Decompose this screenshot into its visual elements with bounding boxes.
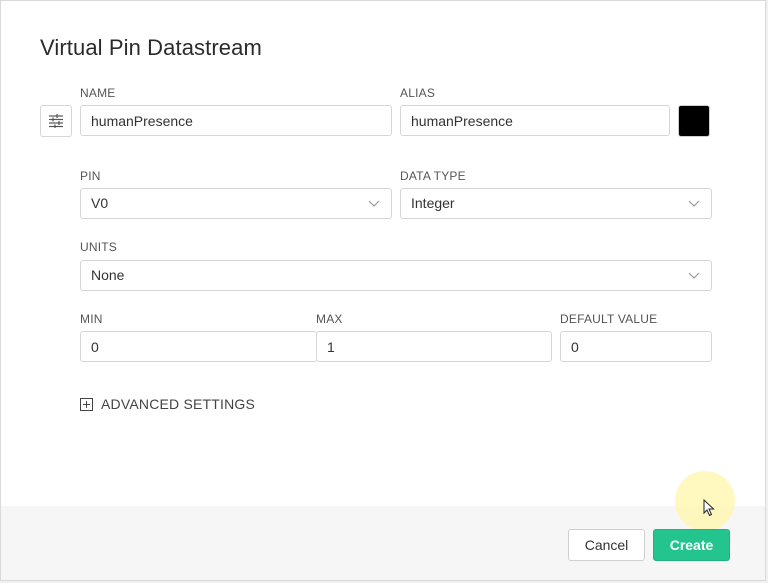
chevron-down-icon bbox=[688, 272, 700, 279]
color-picker[interactable] bbox=[678, 105, 710, 137]
chevron-down-icon bbox=[688, 200, 700, 207]
min-input[interactable] bbox=[80, 331, 317, 362]
units-select[interactable]: None bbox=[80, 260, 712, 291]
alias-label: ALIAS bbox=[400, 86, 436, 100]
data-type-select-value: Integer bbox=[411, 195, 455, 211]
chevron-down-icon bbox=[368, 200, 380, 207]
data-type-label: DATA TYPE bbox=[400, 169, 466, 183]
dialog-footer bbox=[1, 506, 765, 580]
name-input[interactable] bbox=[80, 105, 392, 136]
default-value-input[interactable] bbox=[560, 331, 712, 362]
name-label: NAME bbox=[80, 86, 116, 100]
alias-input[interactable] bbox=[400, 105, 670, 136]
pin-select-value: V0 bbox=[91, 195, 109, 211]
data-type-select[interactable]: Integer bbox=[400, 188, 712, 219]
datastream-icon-button[interactable] bbox=[40, 105, 72, 137]
max-input[interactable] bbox=[316, 331, 552, 362]
pin-select[interactable]: V0 bbox=[80, 188, 392, 219]
mouse-pointer-icon bbox=[703, 499, 715, 517]
create-button[interactable]: Create bbox=[653, 529, 730, 561]
pin-label: PIN bbox=[80, 169, 101, 183]
cancel-button[interactable]: Cancel bbox=[568, 529, 645, 561]
min-label: MIN bbox=[80, 312, 103, 326]
sliders-icon bbox=[49, 114, 63, 128]
datastream-dialog: Virtual Pin Datastream NAME ALIAS PIN V0 bbox=[0, 0, 766, 581]
dialog-title: Virtual Pin Datastream bbox=[40, 35, 262, 60]
plus-square-icon bbox=[80, 397, 93, 411]
advanced-settings-toggle[interactable]: ADVANCED SETTINGS bbox=[80, 396, 255, 412]
units-select-value: None bbox=[91, 267, 125, 283]
advanced-settings-label: ADVANCED SETTINGS bbox=[101, 396, 256, 412]
units-label: UNITS bbox=[80, 240, 117, 254]
max-label: MAX bbox=[316, 312, 343, 326]
default-value-label: DEFAULT VALUE bbox=[560, 312, 658, 326]
